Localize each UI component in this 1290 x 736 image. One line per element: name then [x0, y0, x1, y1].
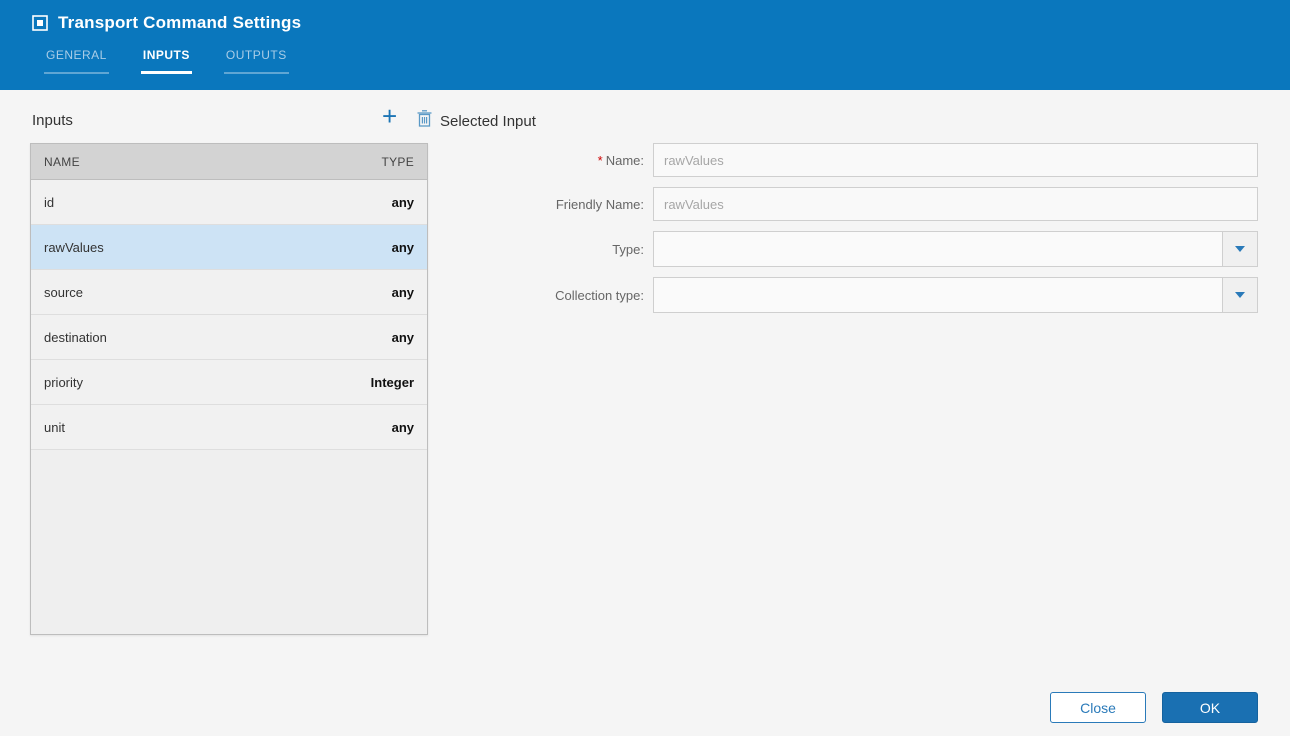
tab-inputs[interactable]: INPUTS: [140, 48, 192, 74]
selected-input-form: *Name: Friendly Name: Type: Collection t…: [440, 143, 1258, 323]
row-name: rawValues: [44, 239, 104, 255]
form-row-type: Type:: [440, 231, 1258, 267]
row-type: any: [391, 194, 414, 210]
chevron-down-icon: [1235, 292, 1245, 298]
name-field-label: * Name:: [597, 152, 644, 168]
collection-type-select-caret-button[interactable]: [1222, 278, 1257, 312]
collection-type-select[interactable]: [653, 277, 1258, 313]
table-row-id[interactable]: id any: [31, 180, 427, 225]
row-type: Integer: [370, 374, 414, 390]
row-type: any: [391, 239, 414, 255]
tab-general[interactable]: GENERAL: [44, 48, 109, 74]
ok-button[interactable]: OK: [1162, 692, 1258, 723]
inputs-table: NAME TYPE id any rawValues any source an…: [30, 143, 428, 635]
type-select[interactable]: [653, 231, 1258, 267]
table-row-rawvalues[interactable]: rawValues any: [31, 225, 427, 270]
type-select-caret-button[interactable]: [1222, 232, 1257, 266]
form-row-name: * Name:: [440, 143, 1258, 177]
table-row-unit[interactable]: unit any: [31, 405, 427, 450]
name-field[interactable]: [653, 143, 1258, 177]
selected-input-title: Selected Input: [440, 113, 536, 130]
form-row-friendly-name: Friendly Name:: [440, 187, 1258, 221]
tab-outputs[interactable]: OUTPUTS: [223, 48, 289, 74]
table-row-priority[interactable]: priority Integer: [31, 360, 427, 405]
row-type: any: [391, 329, 414, 345]
row-name: id: [44, 194, 55, 210]
dialog-icon: [32, 15, 48, 31]
type-field-label: Type:: [612, 241, 644, 257]
row-type: any: [391, 284, 414, 300]
table-row-destination[interactable]: destination any: [31, 315, 427, 360]
row-name: destination: [44, 329, 107, 345]
inputs-panel-title: Inputs: [32, 112, 73, 129]
row-type: any: [391, 419, 414, 435]
friendly-name-field[interactable]: [653, 187, 1258, 221]
row-name: unit: [44, 419, 65, 435]
close-button[interactable]: Close: [1050, 692, 1146, 723]
footer-actions: Close OK: [1050, 692, 1258, 723]
column-header-type: TYPE: [381, 154, 414, 169]
collection-type-select-value: [654, 278, 1222, 312]
title-row: Transport Command Settings: [0, 0, 1290, 33]
chevron-down-icon: [1235, 246, 1245, 252]
delete-input-icon[interactable]: [417, 110, 432, 127]
page-title: Transport Command Settings: [58, 13, 302, 32]
form-row-collection-type: Collection type:: [440, 277, 1258, 313]
row-name: priority: [44, 374, 84, 390]
collection-type-field-label: Collection type:: [555, 287, 644, 303]
column-header-name: NAME: [44, 154, 80, 169]
header-bar: Transport Command Settings GENERAL INPUT…: [0, 0, 1290, 90]
friendly-name-field-label: Friendly Name:: [555, 196, 644, 212]
type-select-value: [654, 232, 1222, 266]
tab-bar: GENERAL INPUTS OUTPUTS: [44, 48, 289, 74]
table-row-source[interactable]: source any: [31, 270, 427, 315]
required-asterisk: *: [597, 152, 603, 168]
inputs-table-header: NAME TYPE: [31, 144, 427, 180]
row-name: source: [44, 284, 84, 300]
add-input-icon[interactable]: +: [382, 103, 397, 129]
